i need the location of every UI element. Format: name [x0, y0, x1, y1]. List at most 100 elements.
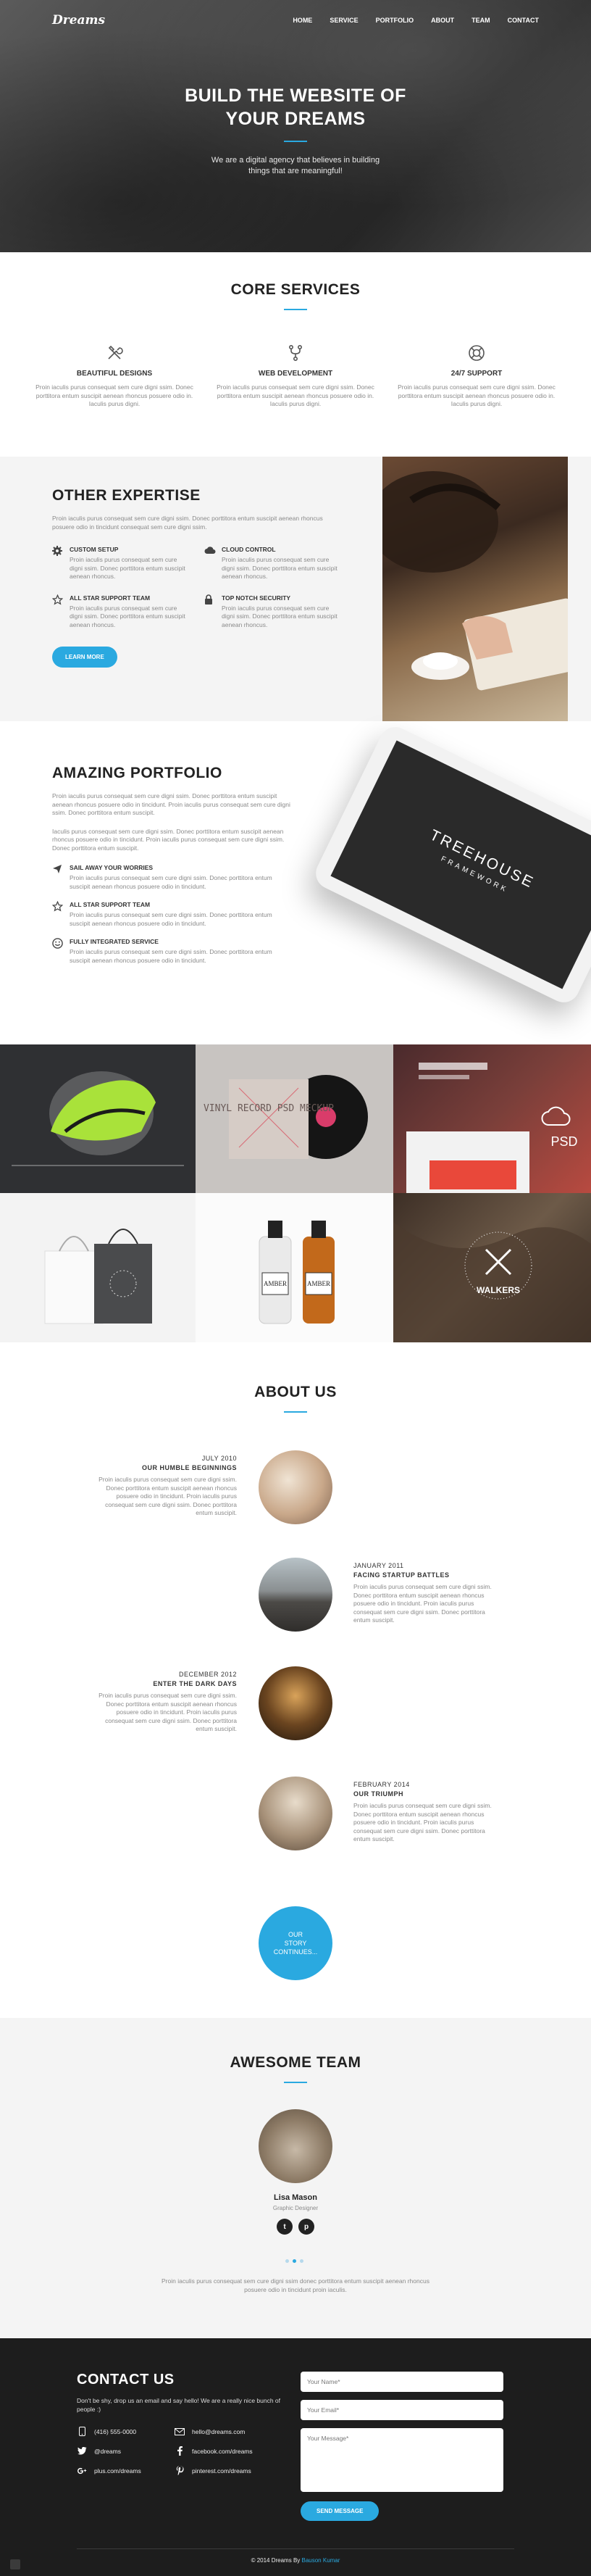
twitter-icon[interactable]: t	[277, 2219, 293, 2235]
hero-content: BUILD THE WEBSITE OF YOUR DREAMS We are a…	[0, 84, 591, 177]
feature-title: FULLY INTEGRATED SERVICE	[70, 938, 159, 945]
feature-title: ALL STAR SUPPORT TEAM	[70, 594, 151, 602]
expertise-section: OTHER EXPERTISE Proin iaculis purus cons…	[0, 457, 591, 721]
contact-twitter[interactable]: @dreams	[77, 2446, 175, 2456]
scroll-top-button[interactable]	[10, 2559, 20, 2569]
service-text: Proin iaculis purus consequat sem cure d…	[217, 383, 374, 407]
service-card: BEAUTIFUL DESIGNS Proin iaculis purus co…	[32, 344, 197, 409]
contact-phone[interactable]: (416) 555-0000	[77, 2427, 175, 2436]
carousel-dot[interactable]	[285, 2259, 289, 2263]
gallery-item-amber[interactable]: AMBER AMBER	[196, 1193, 393, 1342]
about-section: ABOUT US JULY 2010 OUR HUMBLE BEGINNINGS…	[0, 1342, 591, 2018]
contact-email-text: hello@dreams.com	[192, 2427, 246, 2435]
hero-subtitle: We are a digital agency that believes in…	[0, 155, 591, 177]
team-note-line1: Proin iaculis purus consequat sem cure d…	[162, 2277, 429, 2285]
message-field[interactable]: Your Message*	[301, 2428, 503, 2492]
name-field[interactable]: Your Name*	[301, 2372, 503, 2392]
service-text: Proin iaculis purus consequat sem cure d…	[35, 383, 193, 407]
feature-text: Proin iaculis purus consequat sem cure d…	[70, 874, 272, 890]
main-menu: HOME SERVICE PORTFOLIO ABOUT TEAM CONTAC…	[293, 17, 539, 24]
story-line-3: CONTINUES...	[273, 1948, 318, 1956]
contact-phone-text: (416) 555-0000	[94, 2427, 137, 2435]
nav-about[interactable]: ABOUT	[431, 17, 454, 24]
phone-icon	[77, 2427, 87, 2436]
timeline-desc: Proin iaculis purus consequat sem cure d…	[98, 1476, 237, 1516]
timeline-image	[259, 1666, 332, 1740]
service-title: 24/7 SUPPORT	[450, 370, 503, 378]
about-title: ABOUT US	[254, 1384, 337, 1400]
contact-facebook[interactable]: facebook.com/dreams	[175, 2446, 272, 2456]
nav-service[interactable]: SERVICE	[330, 17, 358, 24]
nav-home[interactable]: HOME	[293, 17, 312, 24]
service-title: WEB DEVELOPMENT	[258, 370, 333, 378]
star-icon	[51, 594, 64, 630]
gallery-item-bags[interactable]	[0, 1193, 196, 1342]
timeline-date: JULY 2010	[201, 1455, 237, 1462]
portfolio-section: AMAZING PORTFOLIO Proin iaculis purus co…	[0, 721, 591, 1044]
feature-item: ALL STAR SUPPORT TEAM Proin iaculis purus…	[51, 900, 291, 928]
feature-text: Proin iaculis purus consequat sem cure d…	[70, 604, 185, 628]
pinterest-icon[interactable]: p	[298, 2219, 314, 2235]
contact-pinterest[interactable]: pinterest.com/dreams	[175, 2466, 272, 2475]
contact-google-plus[interactable]: plus.com/dreams	[77, 2466, 175, 2475]
footer-divider	[77, 2548, 514, 2549]
carousel-dot[interactable]	[300, 2259, 303, 2263]
feature-item: CUSTOM SETUP Proin iaculis purus consequa…	[52, 546, 190, 581]
timeline-date: DECEMBER 2012	[178, 1671, 237, 1678]
story-line-1: OUR	[288, 1931, 303, 1938]
timeline-title: OUR HUMBLE BEGINNINGS	[141, 1464, 237, 1471]
portfolio-content: AMAZING PORTFOLIO Proin iaculis purus co…	[51, 765, 291, 965]
timeline-text: JANUARY 2011 FACING STARTUP BATTLES Proi…	[353, 1562, 495, 1625]
email-field[interactable]: Your Email*	[301, 2400, 503, 2420]
portfolio-lead-2: Iaculis purus consequat sem cure digni s…	[52, 827, 285, 852]
tools-icon	[32, 344, 197, 362]
site-logo[interactable]: Dreams	[52, 13, 105, 28]
story-line-2: STORY	[284, 1940, 307, 1947]
gallery-item-walkers[interactable]: WALKERS	[393, 1193, 591, 1342]
nav-contact[interactable]: CONTACT	[508, 17, 539, 24]
mail-icon	[175, 2427, 185, 2435]
timeline-text: JULY 2010 OUR HUMBLE BEGINNINGS Proin ia…	[96, 1455, 237, 1518]
portfolio-gallery: VINYL RECORD PSD MECKUP PSD AMBER AMBER W…	[0, 1044, 591, 1342]
gallery-item-psd[interactable]: PSD	[393, 1044, 591, 1193]
learn-more-button[interactable]: LEARN MORE	[52, 647, 117, 668]
service-card: WEB DEVELOPMENT Proin iaculis purus cons…	[213, 344, 378, 409]
nav-portfolio[interactable]: PORTFOLIO	[376, 17, 414, 24]
feature-text: Proin iaculis purus consequat sem cure d…	[70, 556, 185, 580]
walkers-label: WALKERS	[477, 1285, 520, 1295]
amber-label-2: AMBER	[307, 1280, 330, 1287]
contact-pinterest-text: pinterest.com/dreams	[192, 2467, 251, 2475]
service-card: 24/7 SUPPORT Proin iaculis purus consequ…	[394, 344, 559, 409]
contact-info: CONTACT US Don't be shy, drop us an emai…	[77, 2372, 294, 2475]
nav-team[interactable]: TEAM	[471, 17, 490, 24]
lock-icon	[204, 594, 216, 630]
timeline-desc: Proin iaculis purus consequat sem cure d…	[353, 1583, 492, 1624]
expertise-features: CUSTOM SETUP Proin iaculis purus consequa…	[51, 546, 342, 630]
hero-title-line2: YOUR DREAMS	[225, 109, 366, 129]
carousel-dot-active[interactable]	[293, 2259, 296, 2263]
contact-section: CONTACT US Don't be shy, drop us an emai…	[0, 2338, 591, 2576]
lifebuoy-icon	[394, 344, 559, 362]
hero-title-line1: BUILD THE WEBSITE OF	[185, 86, 406, 106]
contact-email[interactable]: hello@dreams.com	[175, 2427, 272, 2436]
gallery-item-shoe[interactable]	[0, 1044, 196, 1193]
hero-section: Dreams HOME SERVICE PORTFOLIO ABOUT TEAM…	[0, 0, 591, 252]
team-title: AWESOME TEAM	[230, 2054, 361, 2071]
services-list: BEAUTIFUL DESIGNS Proin iaculis purus co…	[0, 344, 591, 409]
author-link[interactable]: Bauson Kumar	[302, 2557, 340, 2564]
feature-title: CLOUD CONTROL	[222, 546, 276, 553]
story-continues-badge[interactable]: OUR STORY CONTINUES...	[259, 1906, 332, 1980]
google-plus-icon	[77, 2467, 87, 2475]
expertise-content: OTHER EXPERTISE Proin iaculis purus cons…	[51, 487, 342, 668]
team-note-line2: posuere odio in tincidunt proin iaculis.	[244, 2285, 347, 2293]
send-message-button[interactable]: SEND MESSAGE	[301, 2501, 380, 2521]
timeline-title: OUR TRIUMPH	[353, 1790, 403, 1798]
timeline-text: FEBRUARY 2014 OUR TRIUMPH Proin iaculis …	[353, 1781, 495, 1844]
timeline-title: FACING STARTUP BATTLES	[353, 1571, 450, 1579]
tablet-mockup: TREEHOUSE FRAMEWORK	[310, 721, 591, 1008]
contact-links: (416) 555-0000 hello@dreams.com @dreams …	[77, 2427, 272, 2475]
fork-icon	[213, 344, 378, 362]
feature-title: SAIL AWAY YOUR WORRIES	[70, 864, 154, 871]
gallery-item-vinyl[interactable]: VINYL RECORD PSD MECKUP	[196, 1044, 393, 1193]
timeline-desc: Proin iaculis purus consequat sem cure d…	[98, 1692, 237, 1732]
